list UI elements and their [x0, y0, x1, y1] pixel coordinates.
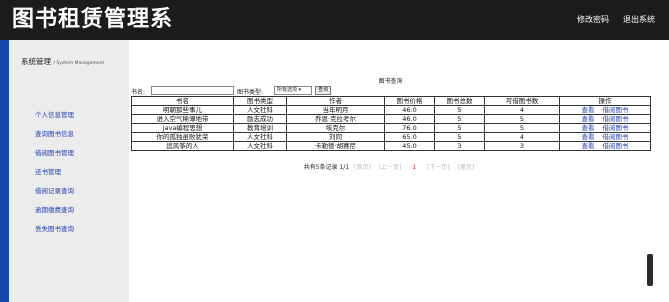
view-link[interactable]: 查看 [582, 116, 595, 123]
view-link[interactable]: 查看 [582, 134, 595, 141]
cell-book-name: 你的孤独虽败犹荣 [131, 132, 234, 142]
cell-actions: 查看 借阅图书 [559, 123, 651, 133]
cell-author: 乔恩·克拉考尔 [286, 114, 385, 124]
view-link[interactable]: 查看 [582, 125, 595, 132]
panel-title: 图书查询 [378, 78, 403, 85]
cell-book-name: java编程思想 [131, 123, 234, 133]
borrow-link[interactable]: 借阅图书 [603, 116, 629, 123]
col-header-total: 图书总数 [434, 96, 485, 106]
cell-book-type: 人文社科 [233, 141, 287, 151]
sidebar-item-personal-info[interactable]: 个人信息管理 [35, 109, 74, 119]
col-header-actions: 操作 [559, 96, 651, 106]
cell-book-name: 进入空气稀薄地带 [131, 114, 234, 124]
app-title: 图书租赁管理系 [12, 7, 174, 32]
pagination: 共有5条记录 1/1 [首页] [上一页] 1 [下一页] [尾页] [131, 162, 650, 171]
next-page-link[interactable]: [下一页] [427, 164, 450, 171]
book-name-label: 书名: [131, 89, 146, 96]
last-page-link[interactable]: [尾页] [458, 164, 475, 171]
borrow-link[interactable]: 借阅图书 [603, 143, 629, 150]
cell-available: 3 [484, 141, 560, 151]
cell-price: 46.0 [384, 105, 435, 115]
table-row: 追风筝的人 人文社科 卡勒德·胡赛尼 45.0 3 3 查看 借阅图书 [131, 141, 651, 151]
sidebar-item-borrow-records[interactable]: 借阅记录查询 [35, 185, 74, 195]
col-header-price: 图书价格 [384, 96, 435, 106]
table-row: 明朝那些事儿 人文社科 当年明月 46.0 5 4 查看 借阅图书 [131, 105, 651, 115]
logout-link[interactable]: 退出系统 [623, 14, 655, 25]
pagination-summary: 共有5条记录 1/1 [303, 164, 350, 171]
cell-book-name: 明朝那些事儿 [131, 105, 234, 115]
cell-author: 卡勒德·胡赛尼 [286, 141, 385, 151]
cell-author: 刘同 [286, 132, 385, 142]
current-page-number: 1 [412, 164, 417, 171]
cell-actions: 查看 借阅图书 [559, 141, 651, 151]
sidebar [9, 40, 129, 302]
book-type-select[interactable]: 所有选项 ▾ [274, 86, 312, 95]
borrow-link[interactable]: 借阅图书 [603, 134, 629, 141]
cell-available: 5 [484, 123, 560, 133]
table-row: java编程思想 教育培训 埃克尔 76.0 5 5 查看 借阅图书 [131, 123, 651, 133]
cell-price: 76.0 [384, 123, 435, 133]
cell-total: 3 [434, 141, 485, 151]
sidebar-title-text: 系统管理 [21, 57, 51, 66]
cell-book-type: 教育培训 [233, 123, 287, 133]
cell-actions: 查看 借阅图书 [559, 114, 651, 124]
view-link[interactable]: 查看 [582, 107, 595, 114]
book-name-input[interactable] [151, 86, 234, 95]
table-header-row: 书名 图书类型 作者 图书价格 图书总数 可借图书数 操作 [131, 96, 651, 106]
cell-total: 5 [434, 114, 485, 124]
cell-book-type: 励志成功 [233, 114, 287, 124]
left-accent-strip [0, 40, 9, 302]
sidebar-item-book-search[interactable]: 查询图书信息 [35, 128, 74, 138]
sidebar-item-return[interactable]: 还书管理 [35, 166, 61, 176]
prev-page-link[interactable]: [上一页] [379, 164, 402, 171]
col-header-type: 图书类型 [233, 96, 287, 106]
cell-book-type: 人文社科 [233, 132, 287, 142]
cell-available: 5 [484, 114, 560, 124]
col-header-available: 可借图书数 [484, 96, 560, 106]
cell-author: 当年明月 [286, 105, 385, 115]
cell-book-type: 人文社科 [233, 105, 287, 115]
scrollbar-thumb[interactable] [647, 254, 653, 286]
sidebar-item-overdue[interactable]: 逾期缴费查询 [35, 204, 74, 214]
borrow-link[interactable]: 借阅图书 [603, 125, 629, 132]
table-row: 进入空气稀薄地带 励志成功 乔恩·克拉考尔 46.0 5 5 查看 借阅图书 [131, 114, 651, 124]
sidebar-title: 系统管理 / System Management [21, 57, 105, 66]
cell-price: 46.0 [384, 114, 435, 124]
cell-actions: 查看 借阅图书 [559, 132, 651, 142]
view-link[interactable]: 查看 [582, 143, 595, 150]
sidebar-item-borrow[interactable]: 借阅图书管理 [35, 147, 74, 157]
cell-available: 4 [484, 132, 560, 142]
cell-total: 5 [434, 105, 485, 115]
sidebar-subtitle: System Management [56, 61, 105, 66]
cell-total: 5 [434, 132, 485, 142]
top-header: 图书租赁管理系 修改密码 退出系统 [0, 0, 669, 40]
search-button[interactable]: 查询 [315, 86, 331, 95]
first-page-link[interactable]: [首页] [354, 164, 371, 171]
sidebar-item-lost-books[interactable]: 丢失图书查询 [35, 223, 74, 233]
borrow-link[interactable]: 借阅图书 [603, 107, 629, 114]
cell-price: 65.0 [384, 132, 435, 142]
cell-author: 埃克尔 [286, 123, 385, 133]
book-type-label: 图书类型: [237, 89, 264, 96]
cell-available: 4 [484, 105, 560, 115]
col-header-author: 作者 [286, 96, 385, 106]
book-table: 书名 图书类型 作者 图书价格 图书总数 可借图书数 操作 明朝那些事儿 人文社… [131, 96, 651, 151]
col-header-name: 书名 [131, 96, 234, 106]
cell-price: 45.0 [384, 141, 435, 151]
cell-actions: 查看 借阅图书 [559, 105, 651, 115]
cell-book-name: 追风筝的人 [131, 141, 234, 151]
cell-total: 5 [434, 123, 485, 133]
table-row: 你的孤独虽败犹荣 人文社科 刘同 65.0 5 4 查看 借阅图书 [131, 132, 651, 142]
change-password-link[interactable]: 修改密码 [577, 14, 609, 25]
